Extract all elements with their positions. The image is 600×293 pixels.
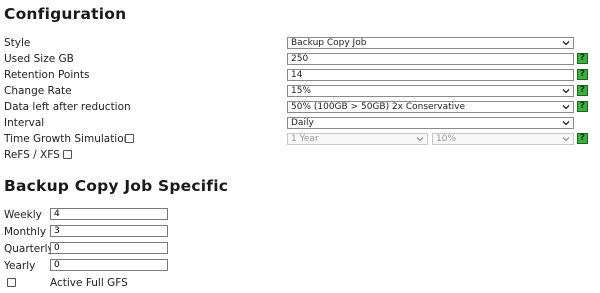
active-full-gfs-label: Active Full GFS (50, 277, 128, 289)
style-select[interactable]: Backup Copy Job (287, 37, 574, 49)
refs-xfs-checkbox[interactable] (63, 150, 72, 159)
data-reduction-select[interactable]: 50% (100GB > 50GB) 2x Conservative (287, 101, 574, 113)
growth-rate-value: 10% (436, 134, 457, 144)
interval-select[interactable]: Daily (287, 117, 574, 129)
help-icon[interactable]: ? (577, 101, 588, 112)
chevron-down-icon (562, 137, 570, 142)
chevron-down-icon (562, 121, 570, 126)
interval-value: Daily (291, 118, 314, 128)
chevron-down-icon (562, 41, 570, 46)
retention-points-label: Retention Points (4, 69, 90, 81)
refs-xfs-label: ReFS / XFS (4, 149, 60, 161)
retention-points-input[interactable] (287, 69, 574, 81)
time-growth-label: Time Growth Simulation (4, 133, 131, 145)
growth-period-value: 1 Year (291, 134, 319, 144)
change-rate-value: 15% (291, 86, 312, 96)
used-size-input[interactable] (287, 53, 574, 65)
yearly-label: Yearly (4, 260, 36, 272)
help-icon[interactable]: ? (577, 69, 588, 80)
quarterly-input[interactable] (50, 242, 168, 254)
data-reduction-value: 50% (100GB > 50GB) 2x Conservative (291, 102, 466, 112)
change-rate-select[interactable]: 15% (287, 85, 574, 97)
weekly-input[interactable] (50, 208, 168, 220)
help-icon[interactable]: ? (577, 85, 588, 96)
quarterly-label: Quarterly (4, 243, 54, 255)
weekly-label: Weekly (4, 209, 42, 221)
time-growth-checkbox[interactable] (125, 134, 134, 143)
monthly-label: Monthly (4, 226, 47, 238)
interval-label: Interval (4, 117, 45, 129)
chevron-down-icon (562, 89, 570, 94)
help-icon[interactable]: ? (577, 133, 588, 144)
change-rate-label: Change Rate (4, 85, 72, 97)
yearly-input[interactable] (50, 259, 168, 271)
data-reduction-label: Data left after reduction (4, 101, 131, 113)
growth-rate-select[interactable]: 10% (432, 133, 574, 145)
style-select-value: Backup Copy Job (291, 38, 367, 48)
style-label: Style (4, 37, 31, 49)
backup-copy-job-heading: Backup Copy Job Specific (4, 177, 229, 195)
help-icon[interactable]: ? (577, 53, 588, 64)
monthly-input[interactable] (50, 225, 168, 237)
configuration-heading: Configuration (4, 5, 127, 23)
chevron-down-icon (416, 137, 424, 142)
used-size-label: Used Size GB (4, 53, 74, 65)
chevron-down-icon (562, 105, 570, 110)
active-full-gfs-checkbox[interactable] (7, 278, 16, 287)
growth-period-select[interactable]: 1 Year (287, 133, 428, 145)
